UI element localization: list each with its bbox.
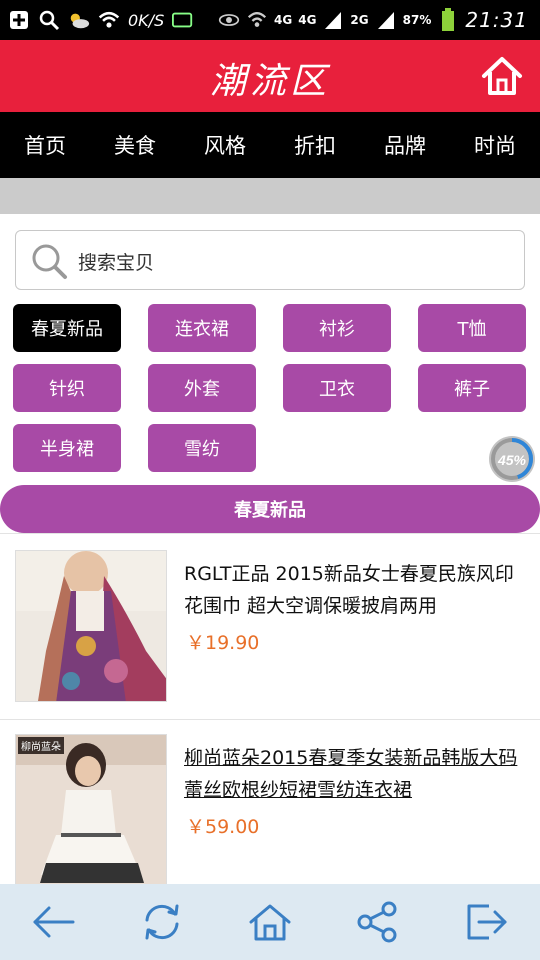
- network-speed: 0K/S: [128, 10, 165, 30]
- wifi-icon: [98, 9, 120, 31]
- signal-icon-2: [375, 9, 397, 31]
- nav-item-food[interactable]: 美食: [90, 112, 180, 178]
- tag-hoodie[interactable]: 卫衣: [283, 364, 391, 412]
- exit-icon: [467, 904, 507, 940]
- back-button[interactable]: [0, 884, 108, 960]
- battery-percent: 87%: [402, 13, 432, 27]
- battery-saver-icon: [172, 9, 194, 31]
- hotspot-icon: [246, 9, 268, 31]
- product-name[interactable]: RGLT正品 2015新品女士春夏民族风印花围巾 超大空调保暖披肩两用: [184, 558, 524, 622]
- nav-item-discount[interactable]: 折扣: [270, 112, 360, 178]
- share-icon: [357, 901, 397, 943]
- home-nav-button[interactable]: [216, 884, 324, 960]
- product-item[interactable]: RGLT正品 2015新品女士春夏民族风印花围巾 超大空调保暖披肩两用 ￥19.…: [0, 533, 540, 719]
- search-icon: [32, 244, 67, 279]
- nav-item-fashion[interactable]: 时尚: [450, 112, 540, 178]
- battery-icon: [437, 8, 459, 31]
- search-placeholder: 搜索宝贝: [78, 252, 155, 274]
- nav-item-style[interactable]: 风格: [180, 112, 270, 178]
- tag-dress[interactable]: 连衣裙: [148, 304, 256, 352]
- product-price: ￥59.00: [186, 816, 260, 838]
- home-button[interactable]: [480, 54, 524, 98]
- tag-tshirt[interactable]: T恤: [418, 304, 526, 352]
- tag-skirt[interactable]: 半身裙: [13, 424, 121, 472]
- signal-icon: [322, 9, 344, 31]
- tag-knit[interactable]: 针织: [13, 364, 121, 412]
- section-title-bar: 春夏新品: [0, 485, 540, 533]
- network-type-1: 4G: [274, 13, 293, 27]
- exit-button[interactable]: [432, 884, 540, 960]
- share-button[interactable]: [324, 884, 432, 960]
- add-icon: [8, 9, 30, 31]
- tag-shirt[interactable]: 衬衫: [283, 304, 391, 352]
- home-icon: [482, 57, 522, 95]
- weather-icon: [68, 9, 90, 31]
- back-icon: [33, 906, 75, 938]
- tag-chiffon[interactable]: 雪纺: [148, 424, 256, 472]
- nav-item-brand[interactable]: 品牌: [360, 112, 450, 178]
- eye-icon: [218, 9, 240, 31]
- progress-indicator[interactable]: 45%: [487, 434, 537, 484]
- product-price: ￥19.90: [186, 632, 260, 654]
- tag-coat[interactable]: 外套: [148, 364, 256, 412]
- search-input[interactable]: 搜索宝贝: [15, 230, 525, 290]
- divider-band: [0, 178, 540, 214]
- app-header: 潮流区: [0, 40, 540, 112]
- refresh-button[interactable]: [108, 884, 216, 960]
- category-nav: 首页 美食 风格 折扣 品牌 时尚: [0, 112, 540, 178]
- clock: 21:31: [465, 8, 528, 32]
- thumbnail-brand-label: 柳尚蓝朵: [18, 737, 64, 754]
- network-type-2: 4G: [298, 13, 317, 27]
- product-item[interactable]: 柳尚蓝朵 柳尚蓝朵2015春夏季女装新品韩版大码蕾丝欧根纱短裙雪纺连衣裙 ￥59…: [0, 719, 540, 886]
- home-icon: [249, 904, 291, 941]
- nav-item-home[interactable]: 首页: [0, 112, 90, 178]
- tag-pants[interactable]: 裤子: [418, 364, 526, 412]
- product-thumbnail[interactable]: [15, 550, 167, 702]
- refresh-icon: [145, 904, 179, 940]
- progress-label: 45%: [497, 452, 527, 468]
- product-thumbnail[interactable]: 柳尚蓝朵: [15, 734, 167, 886]
- search-icon: [38, 9, 60, 31]
- status-bar: 0K/S 4G 4G 2G 87% 21:31: [0, 0, 540, 40]
- network-type-3: 2G: [350, 13, 369, 27]
- page-title: 潮流区: [209, 61, 330, 102]
- tag-spring-summer-new[interactable]: 春夏新品: [13, 304, 121, 352]
- product-name[interactable]: 柳尚蓝朵2015春夏季女装新品韩版大码蕾丝欧根纱短裙雪纺连衣裙: [184, 742, 524, 806]
- bottom-toolbar: [0, 884, 540, 960]
